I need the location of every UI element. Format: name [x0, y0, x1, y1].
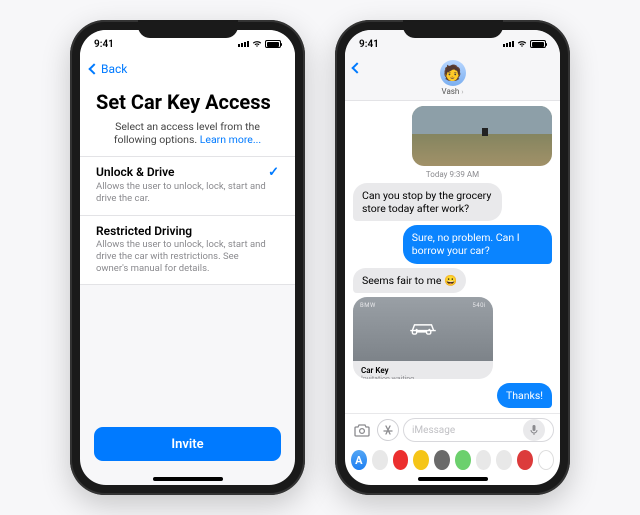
mic-icon[interactable]	[523, 419, 545, 441]
signal-icon	[503, 41, 514, 47]
dock-app-icon[interactable]	[372, 450, 388, 470]
dock-app-icon[interactable]	[393, 450, 409, 470]
back-label: Back	[101, 62, 127, 76]
checkmark-icon: ✓	[268, 165, 279, 180]
wifi-icon	[517, 40, 527, 48]
divider	[80, 284, 295, 285]
message-placeholder: iMessage	[412, 425, 455, 436]
card-hero: BMW 540i	[353, 297, 493, 361]
message-in[interactable]: Can you stop by the grocery store today …	[353, 183, 502, 221]
option-title: Unlock & Drive	[96, 165, 175, 179]
message-in[interactable]: Seems fair to me 😀	[353, 268, 466, 293]
carkey-card[interactable]: BMW 540i Car Key Invitation waiting...	[353, 297, 493, 379]
home-indicator[interactable]	[418, 477, 488, 481]
option-restricted[interactable]: Restricted Driving Allows the user to un…	[80, 216, 295, 285]
dock-appstore-icon[interactable]: A	[351, 450, 367, 470]
dock-app-icon[interactable]	[434, 450, 450, 470]
dock-app-icon[interactable]	[538, 450, 554, 470]
option-desc: Allows the user to unlock, lock, start a…	[96, 239, 279, 275]
battery-icon	[265, 40, 281, 48]
card-title: Car Key	[361, 366, 485, 375]
app-dock[interactable]: A	[345, 446, 560, 475]
card-footer: Car Key Invitation waiting...	[353, 361, 493, 379]
top-section: 9:41 Back Set Car Key Access Select an a…	[80, 30, 295, 285]
page-subtitle: Select an access level from the followin…	[80, 120, 295, 156]
appstore-icon[interactable]	[377, 419, 399, 441]
message-input[interactable]: iMessage	[403, 418, 554, 442]
contact-name[interactable]: Vash›	[442, 87, 464, 96]
status-right	[238, 40, 281, 48]
invite-button[interactable]: Invite	[94, 427, 281, 461]
wifi-icon	[252, 40, 262, 48]
dock-app-icon[interactable]	[517, 450, 533, 470]
input-bar: iMessage	[345, 413, 560, 446]
card-model: 540i	[472, 302, 486, 309]
home-indicator[interactable]	[153, 477, 223, 481]
option-desc: Allows the user to unlock, lock, start a…	[96, 181, 279, 205]
dock-app-icon[interactable]	[476, 450, 492, 470]
camera-icon[interactable]	[351, 419, 373, 441]
chevron-left-icon	[88, 63, 99, 74]
page-title: Set Car Key Access	[80, 80, 295, 120]
card-subtitle: Invitation waiting...	[361, 375, 485, 379]
status-time: 9:41	[359, 39, 379, 50]
car-icon	[406, 317, 440, 341]
dock-app-icon[interactable]	[455, 450, 471, 470]
status-right	[503, 40, 546, 48]
battery-icon	[530, 40, 546, 48]
avatar[interactable]: 🧑	[440, 60, 466, 86]
learn-more-link[interactable]: Learn more...	[200, 133, 261, 146]
message-out[interactable]: Thanks!	[497, 383, 552, 408]
timestamp: Today 9:39 AM	[353, 170, 552, 179]
phone-left: 9:41 Back Set Car Key Access Select an a…	[70, 20, 305, 495]
phone-right: 9:41 🧑 Vash› Today 9:39 AM Can you stop …	[335, 20, 570, 495]
screen-carkey: 9:41 Back Set Car Key Access Select an a…	[80, 30, 295, 485]
back-button[interactable]	[353, 64, 364, 72]
option-title: Restricted Driving	[96, 224, 192, 238]
notch	[403, 20, 503, 38]
dock-app-icon[interactable]	[496, 450, 512, 470]
message-out[interactable]: Sure, no problem. Can I borrow your car?	[403, 225, 552, 263]
message-list: Today 9:39 AM Can you stop by the grocer…	[345, 101, 560, 413]
signal-icon	[238, 41, 249, 47]
message-photo[interactable]	[412, 106, 552, 166]
conversation-header: 🧑 Vash›	[345, 58, 560, 101]
notch	[138, 20, 238, 38]
chevron-left-icon	[351, 62, 362, 73]
status-time: 9:41	[94, 39, 114, 50]
screen-messages: 9:41 🧑 Vash› Today 9:39 AM Can you stop …	[345, 30, 560, 485]
nav-back[interactable]: Back	[80, 58, 295, 80]
option-unlock-drive[interactable]: Unlock & Drive ✓ Allows the user to unlo…	[80, 157, 295, 215]
card-brand: BMW	[360, 302, 376, 309]
dock-app-icon[interactable]	[413, 450, 429, 470]
